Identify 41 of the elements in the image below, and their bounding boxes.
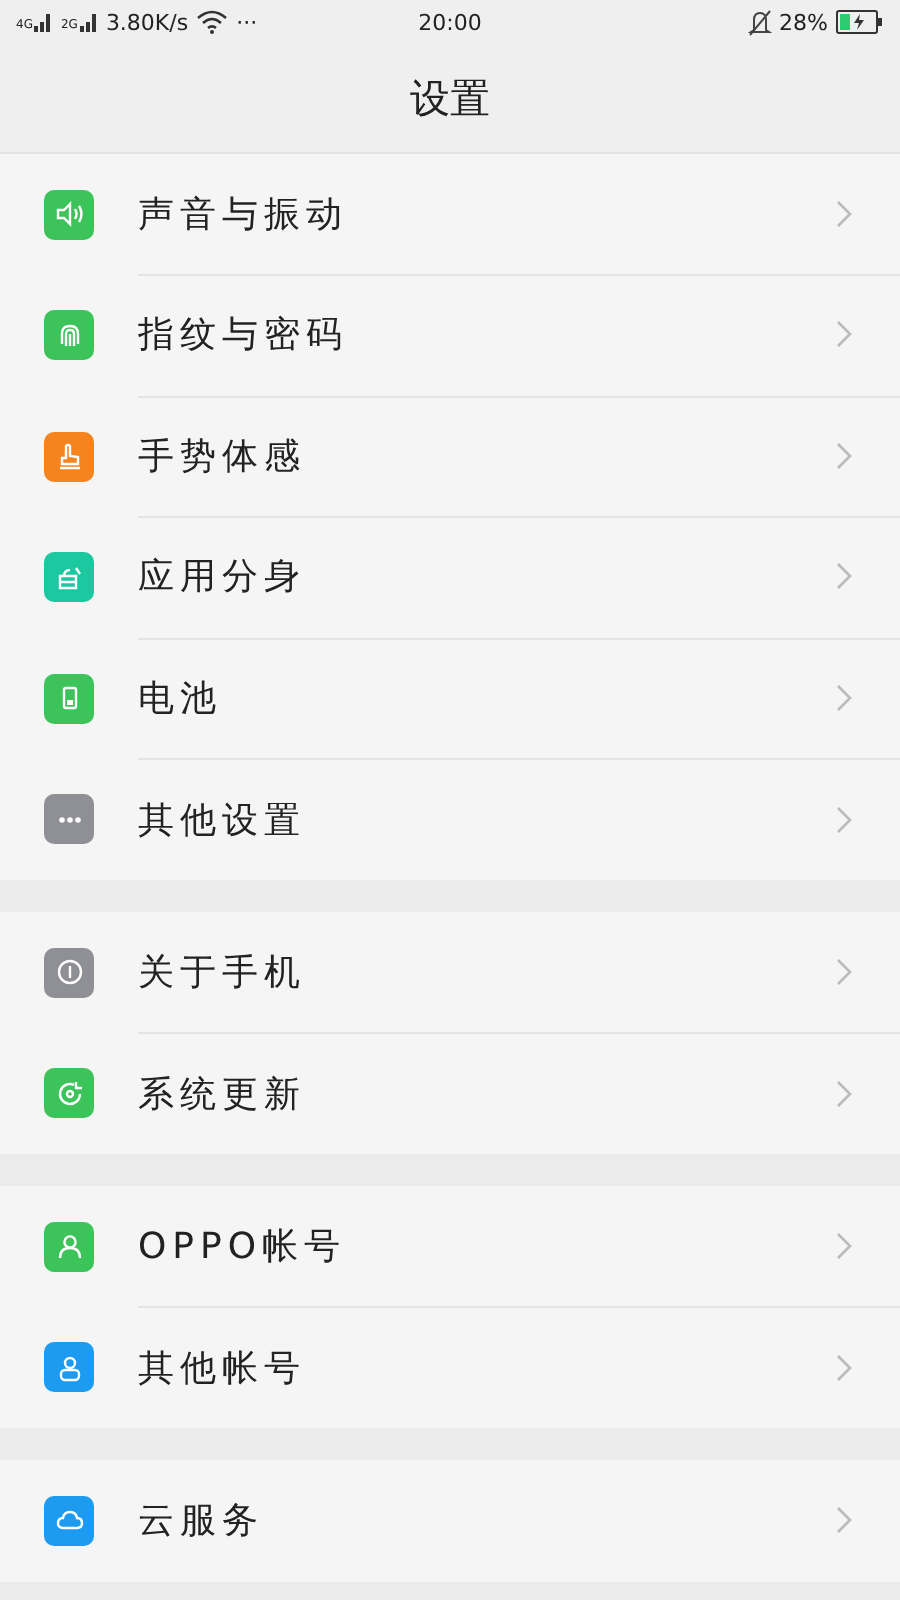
- settings-row[interactable]: 其他帐号: [0, 1307, 900, 1428]
- settings-row[interactable]: 指纹与密码: [0, 275, 900, 396]
- settings-row[interactable]: OPPO帐号: [0, 1186, 900, 1307]
- row-label: 手势体感: [138, 433, 306, 480]
- chevron-icon: [836, 1079, 852, 1108]
- clock: 20:00: [418, 9, 482, 35]
- chevron-icon: [836, 1353, 852, 1382]
- settings-row[interactable]: 应用分身: [0, 517, 900, 638]
- row-label: 云服务: [138, 1498, 264, 1545]
- row-label: 声音与振动: [138, 191, 348, 238]
- chevron-icon: [836, 805, 852, 834]
- row-label: 电池: [138, 675, 222, 722]
- settings-row[interactable]: 关于手机: [0, 912, 900, 1033]
- row-label: 其他设置: [138, 797, 306, 844]
- row-label: 关于手机: [138, 949, 306, 996]
- row-label: 系统更新: [138, 1071, 306, 1118]
- network-speed: 3.80K/s: [105, 9, 189, 35]
- settings-row[interactable]: 云服务: [0, 1460, 900, 1581]
- chevron-icon: [836, 1231, 852, 1260]
- chevron-icon: [836, 562, 852, 591]
- battery-charging-icon: [836, 10, 884, 34]
- row-label: 应用分身: [138, 554, 306, 601]
- chevron-icon: [836, 320, 852, 349]
- settings-row[interactable]: 其他设置: [0, 759, 900, 880]
- bell-muted-icon: [747, 9, 772, 35]
- chevron-icon: [836, 957, 852, 986]
- row-label: 指纹与密码: [138, 312, 348, 359]
- chevron-icon: [836, 199, 852, 228]
- settings-row[interactable]: 声音与振动: [0, 154, 900, 275]
- page-title: 设置: [410, 71, 490, 125]
- row-label: 其他帐号: [138, 1345, 306, 1392]
- chevron-icon: [836, 1506, 852, 1535]
- settings-row[interactable]: 电池: [0, 638, 900, 759]
- row-label: OPPO帐号: [138, 1223, 347, 1270]
- battery-percent: 28%: [779, 9, 828, 35]
- wifi-icon: [196, 10, 229, 34]
- settings-row[interactable]: 手势体感: [0, 396, 900, 517]
- more-notifications: ···: [236, 9, 258, 35]
- settings-row[interactable]: 系统更新: [0, 1033, 900, 1154]
- chevron-icon: [836, 683, 852, 712]
- chevron-icon: [836, 441, 852, 470]
